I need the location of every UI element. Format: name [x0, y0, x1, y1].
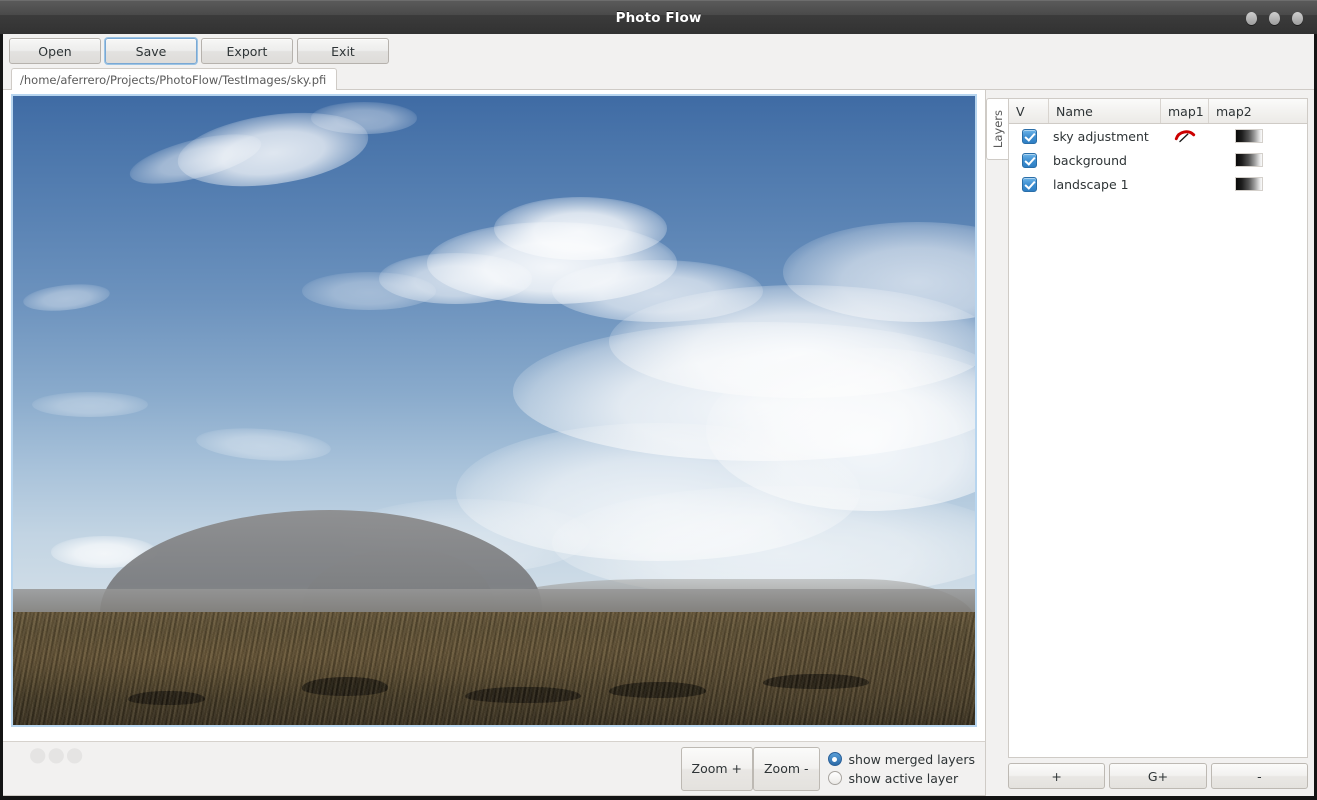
layer-visibility-cell[interactable]: [1009, 148, 1049, 172]
main-split: ●●● Zoom + Zoom - show merged layers sho…: [3, 90, 1314, 796]
checkbox-visible-icon[interactable]: [1021, 152, 1037, 168]
layer-visibility-cell[interactable]: [1009, 172, 1049, 196]
table-row[interactable]: landscape 1: [1009, 172, 1307, 196]
column-header-map2[interactable]: map2: [1209, 99, 1307, 123]
layer-map2-cell[interactable]: [1209, 172, 1307, 196]
application-window: Photo Flow Open Save Export Exit /home/a…: [0, 0, 1317, 800]
save-button[interactable]: Save: [105, 38, 197, 64]
view-mode-radio-group: show merged layers show active layer: [827, 751, 975, 786]
canvas-bottom-bar: ●●● Zoom + Zoom - show merged layers sho…: [3, 741, 985, 795]
zoom-out-button[interactable]: Zoom -: [752, 746, 820, 791]
rock: [128, 691, 206, 705]
radio-indicator-merged[interactable]: [827, 752, 842, 766]
gradient-thumbnail-icon: [1235, 177, 1263, 191]
layer-map2-cell[interactable]: [1209, 148, 1307, 172]
rock: [301, 677, 389, 696]
layers-header-row: V Name map1 map2: [1009, 99, 1307, 124]
add-layer-button[interactable]: +: [1008, 763, 1106, 789]
layer-name: landscape 1: [1053, 176, 1129, 192]
tab-layers[interactable]: Layers: [986, 98, 1008, 160]
layer-visibility-cell[interactable]: [1009, 124, 1049, 148]
rock: [763, 674, 870, 689]
column-header-map1[interactable]: map1: [1161, 99, 1209, 123]
layer-name: sky adjustment: [1053, 128, 1149, 144]
layer-operations-bar: + G+ -: [986, 758, 1308, 796]
rock: [609, 681, 706, 698]
tab-layers-label: Layers: [990, 109, 1005, 149]
radio-show-merged-layers[interactable]: show merged layers: [827, 751, 975, 767]
add-group-button[interactable]: G+: [1109, 763, 1207, 789]
zoom-in-button[interactable]: Zoom +: [680, 746, 753, 791]
client-area: Open Save Export Exit /home/aferrero/Pro…: [0, 34, 1317, 800]
foreground-terrain: [13, 611, 975, 725]
toolbar: Open Save Export Exit: [3, 34, 1314, 68]
remove-layer-button[interactable]: -: [1210, 763, 1308, 789]
layer-name: background: [1053, 152, 1127, 168]
table-row[interactable]: sky adjustment: [1009, 124, 1307, 148]
export-button[interactable]: Export: [201, 38, 293, 64]
maximize-button[interactable]: [1269, 11, 1280, 25]
window-controls: [1246, 1, 1303, 35]
checkbox-visible-icon[interactable]: [1021, 128, 1037, 144]
column-header-name[interactable]: Name: [1049, 99, 1161, 123]
open-button[interactable]: Open: [9, 38, 101, 64]
exit-button[interactable]: Exit: [297, 38, 389, 64]
image-canvas[interactable]: [3, 90, 985, 741]
layer-map2-cell[interactable]: [1209, 124, 1307, 148]
red-curve-icon: [1174, 130, 1196, 143]
rock: [465, 686, 581, 704]
checkbox-visible-icon[interactable]: [1021, 176, 1037, 192]
gradient-thumbnail-icon: [1235, 153, 1263, 167]
canvas-column: ●●● Zoom + Zoom - show merged layers sho…: [3, 90, 986, 796]
window-title: Photo Flow: [615, 9, 702, 26]
layer-map1-cell[interactable]: [1161, 148, 1209, 172]
gradient-thumbnail-icon: [1235, 129, 1263, 143]
close-button[interactable]: [1292, 11, 1303, 25]
layer-map1-cell[interactable]: [1161, 124, 1209, 148]
document-tab-strip: /home/aferrero/Projects/PhotoFlow/TestIm…: [3, 68, 1314, 90]
document-tab[interactable]: /home/aferrero/Projects/PhotoFlow/TestIm…: [11, 68, 338, 90]
radio-label-merged: show merged layers: [848, 751, 975, 767]
layers-notebook: Layers V Name map1 map2 sky adjustment b…: [986, 90, 1308, 758]
table-row[interactable]: background: [1009, 148, 1307, 172]
image-frame[interactable]: [11, 94, 977, 727]
column-header-visible[interactable]: V: [1009, 99, 1049, 123]
layers-list-view: V Name map1 map2 sky adjustment backgrou…: [1008, 98, 1308, 758]
radio-label-active: show active layer: [848, 770, 959, 786]
minimize-button[interactable]: [1246, 11, 1257, 25]
radio-indicator-active[interactable]: [827, 771, 842, 785]
radio-show-active-layer[interactable]: show active layer: [827, 770, 975, 786]
layers-column: Layers V Name map1 map2 sky adjustment b…: [986, 90, 1314, 796]
layer-map1-cell[interactable]: [1161, 172, 1209, 196]
photograph: [13, 96, 975, 725]
title-bar: Photo Flow: [0, 0, 1317, 34]
ghost-artifact: ●●●: [29, 742, 85, 766]
